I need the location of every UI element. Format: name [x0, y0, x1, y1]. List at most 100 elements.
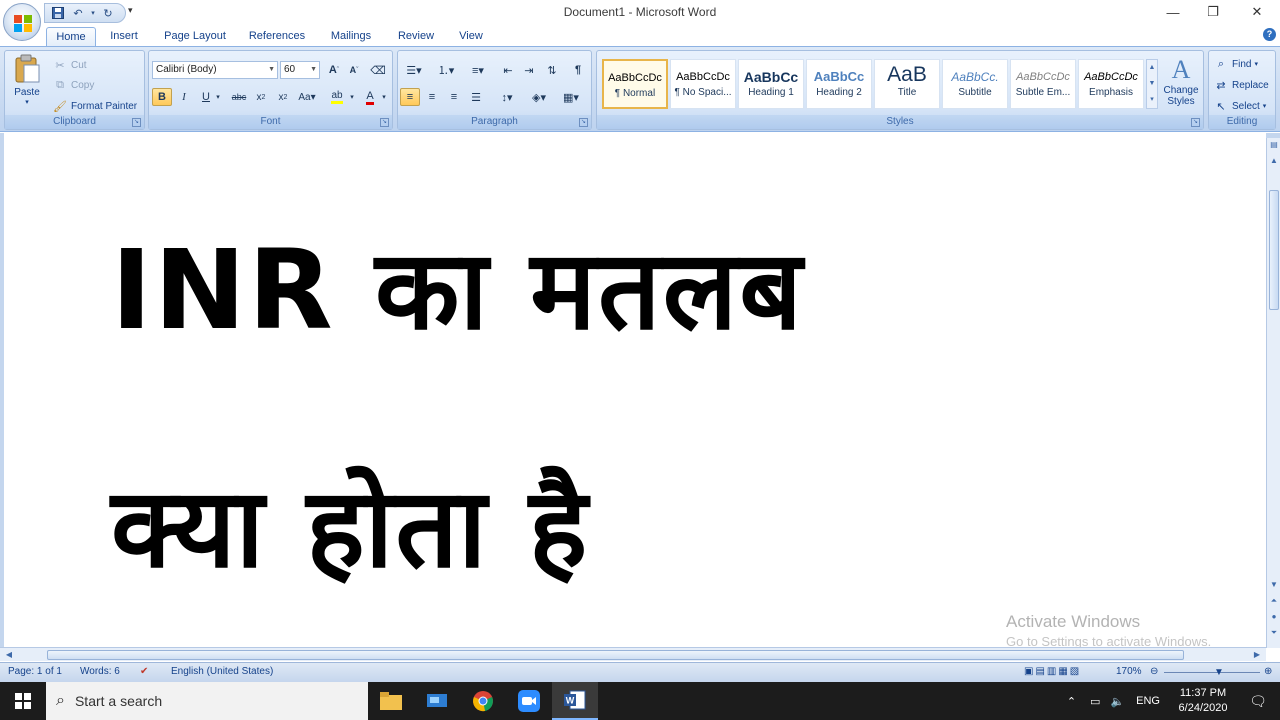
style-title[interactable]: AaB Title: [874, 59, 940, 109]
subscript-icon[interactable]: x2: [251, 88, 271, 106]
paste-button[interactable]: Paste ▾: [9, 54, 45, 112]
style-emphasis[interactable]: AaBbCcDc Emphasis: [1078, 59, 1144, 109]
strikethrough-icon[interactable]: abc: [229, 88, 249, 106]
line-spacing-icon[interactable]: ↕▾: [494, 88, 520, 106]
zoom-out-icon[interactable]: ⊖: [1150, 666, 1158, 677]
style-normal[interactable]: AaBbCcDc ¶ Normal: [602, 59, 668, 109]
find-button[interactable]: ⌕ Find ▾: [1213, 55, 1258, 73]
style-no-spacing[interactable]: AaBbCcDc ¶ No Spaci...: [670, 59, 736, 109]
tab-insert[interactable]: Insert: [102, 27, 146, 47]
network-icon[interactable]: ▭: [1090, 695, 1100, 708]
notifications-icon[interactable]: 🗨: [1236, 693, 1280, 710]
style-subtitle[interactable]: AaBbCc. Subtitle: [942, 59, 1008, 109]
view-buttons-icon[interactable]: ▣▤▥▦▧: [1024, 666, 1081, 677]
justify-icon[interactable]: ☰: [466, 88, 486, 106]
horizontal-scroll-thumb[interactable]: [47, 650, 1184, 660]
bullets-icon[interactable]: ☰▾: [400, 61, 428, 79]
highlight-dropdown-icon[interactable]: ▾: [347, 88, 357, 106]
sort-icon[interactable]: ⇅: [542, 61, 562, 79]
style-heading-2[interactable]: AaBbCc Heading 2: [806, 59, 872, 109]
next-page-icon[interactable]: ⏷: [1267, 626, 1280, 640]
style-heading-1[interactable]: AaBbCc Heading 1: [738, 59, 804, 109]
change-case-icon[interactable]: Aa▾: [297, 88, 317, 106]
numbering-icon[interactable]: ⒈▾: [432, 61, 460, 79]
document-page[interactable]: INR का मतलब क्या होता है: [0, 133, 1266, 647]
close-icon[interactable]: ✕: [1234, 0, 1280, 24]
clipboard-launcher-icon[interactable]: ↘: [132, 118, 141, 127]
font-launcher-icon[interactable]: ↘: [380, 118, 389, 127]
increase-indent-icon[interactable]: ⇥: [519, 61, 539, 79]
superscript-icon[interactable]: x2: [273, 88, 293, 106]
select-button[interactable]: ↖ Select ▾: [1213, 97, 1266, 115]
desktop-app-icon[interactable]: [414, 682, 460, 720]
change-styles-button[interactable]: A Change Styles: [1160, 55, 1202, 115]
tab-references[interactable]: References: [244, 27, 310, 47]
office-button[interactable]: [3, 3, 41, 41]
align-right-icon[interactable]: ≡: [444, 88, 464, 106]
font-color-icon[interactable]: A: [360, 88, 380, 106]
clear-formatting-icon[interactable]: ⌫: [368, 61, 388, 79]
zoom-in-icon[interactable]: ⊕: [1264, 666, 1272, 677]
help-icon[interactable]: ?: [1263, 28, 1276, 41]
tab-home[interactable]: Home: [46, 27, 96, 47]
font-family-dropdown[interactable]: Calibri (Body) ▼: [152, 61, 278, 79]
file-explorer-icon[interactable]: [368, 682, 414, 720]
chrome-icon[interactable]: [460, 682, 506, 720]
select-browse-object-icon[interactable]: ●: [1267, 610, 1280, 624]
tab-page-layout[interactable]: Page Layout: [158, 27, 232, 47]
scroll-left-icon[interactable]: ◀: [2, 648, 16, 662]
clock[interactable]: 11:37 PM 6/24/2020: [1170, 686, 1236, 716]
start-button[interactable]: [0, 682, 46, 720]
copy-button[interactable]: ⧉ Copy: [52, 76, 94, 94]
language-indicator[interactable]: ENG: [1136, 695, 1160, 707]
language-indicator[interactable]: English (United States): [171, 666, 273, 677]
paragraph-launcher-icon[interactable]: ↘: [579, 118, 588, 127]
align-left-icon[interactable]: ≡: [400, 88, 420, 106]
decrease-indent-icon[interactable]: ⇤: [498, 61, 518, 79]
taskbar-search[interactable]: ⌕ Start a search: [46, 682, 368, 720]
volume-icon[interactable]: 🔈: [1110, 695, 1124, 708]
restore-icon[interactable]: ❐: [1190, 0, 1236, 24]
styles-launcher-icon[interactable]: ↘: [1191, 118, 1200, 127]
align-center-icon[interactable]: ≡: [422, 88, 442, 106]
scroll-down-icon[interactable]: ▼: [1267, 578, 1280, 592]
zoom-slider-thumb[interactable]: ▼: [1214, 667, 1224, 678]
page-count[interactable]: Page: 1 of 1: [8, 666, 62, 677]
shrink-font-icon[interactable]: Aˇ: [344, 61, 364, 79]
document-line-2[interactable]: क्या होता है: [111, 449, 589, 599]
styles-scroll[interactable]: ▲ ▼ ▾: [1146, 59, 1158, 109]
word-taskbar-icon[interactable]: W: [552, 682, 598, 720]
zoom-app-icon[interactable]: [506, 682, 552, 720]
show-formatting-icon[interactable]: ¶: [568, 61, 588, 79]
tab-review[interactable]: Review: [392, 27, 440, 47]
font-color-dropdown-icon[interactable]: ▾: [379, 88, 389, 106]
scroll-right-icon[interactable]: ▶: [1250, 648, 1264, 662]
scroll-up-icon[interactable]: ▲: [1267, 154, 1280, 168]
grow-font-icon[interactable]: Aˆ: [324, 61, 344, 79]
font-size-dropdown[interactable]: 60 ▼: [280, 61, 320, 79]
document-line-1[interactable]: INR का मतलब: [111, 211, 804, 361]
vertical-scrollbar[interactable]: ▤ ▲ ▼ ⏶ ● ⏷: [1266, 138, 1280, 648]
italic-icon[interactable]: I: [174, 88, 194, 106]
word-count[interactable]: Words: 6: [80, 666, 120, 677]
style-subtle-emphasis[interactable]: AaBbCcDc Subtle Em...: [1010, 59, 1076, 109]
zoom-slider-track[interactable]: [1164, 672, 1260, 673]
tab-view[interactable]: View: [452, 27, 490, 47]
previous-page-icon[interactable]: ⏶: [1267, 594, 1280, 608]
tab-mailings[interactable]: Mailings: [324, 27, 378, 47]
borders-icon[interactable]: ▦▾: [558, 88, 584, 106]
cut-button[interactable]: ✂ Cut: [52, 56, 86, 74]
multilevel-list-icon[interactable]: ≡▾: [464, 61, 492, 79]
proofing-icon[interactable]: ✔: [140, 666, 148, 677]
zoom-level[interactable]: 170%: [1116, 666, 1142, 677]
horizontal-scrollbar[interactable]: ◀ ▶: [0, 647, 1266, 661]
underline-dropdown-icon[interactable]: ▾: [213, 88, 223, 106]
chevron-up-icon[interactable]: ⌃: [1067, 695, 1076, 708]
ruler-toggle-icon[interactable]: ▤: [1267, 138, 1280, 152]
highlight-icon[interactable]: ab: [327, 88, 347, 106]
shading-icon[interactable]: ◈▾: [526, 88, 552, 106]
format-painter-button[interactable]: 🖌 Format Painter: [52, 97, 137, 115]
paste-dropdown-icon[interactable]: ▾: [9, 98, 45, 106]
bold-icon[interactable]: B: [152, 88, 172, 106]
vertical-scroll-thumb[interactable]: [1269, 190, 1279, 310]
